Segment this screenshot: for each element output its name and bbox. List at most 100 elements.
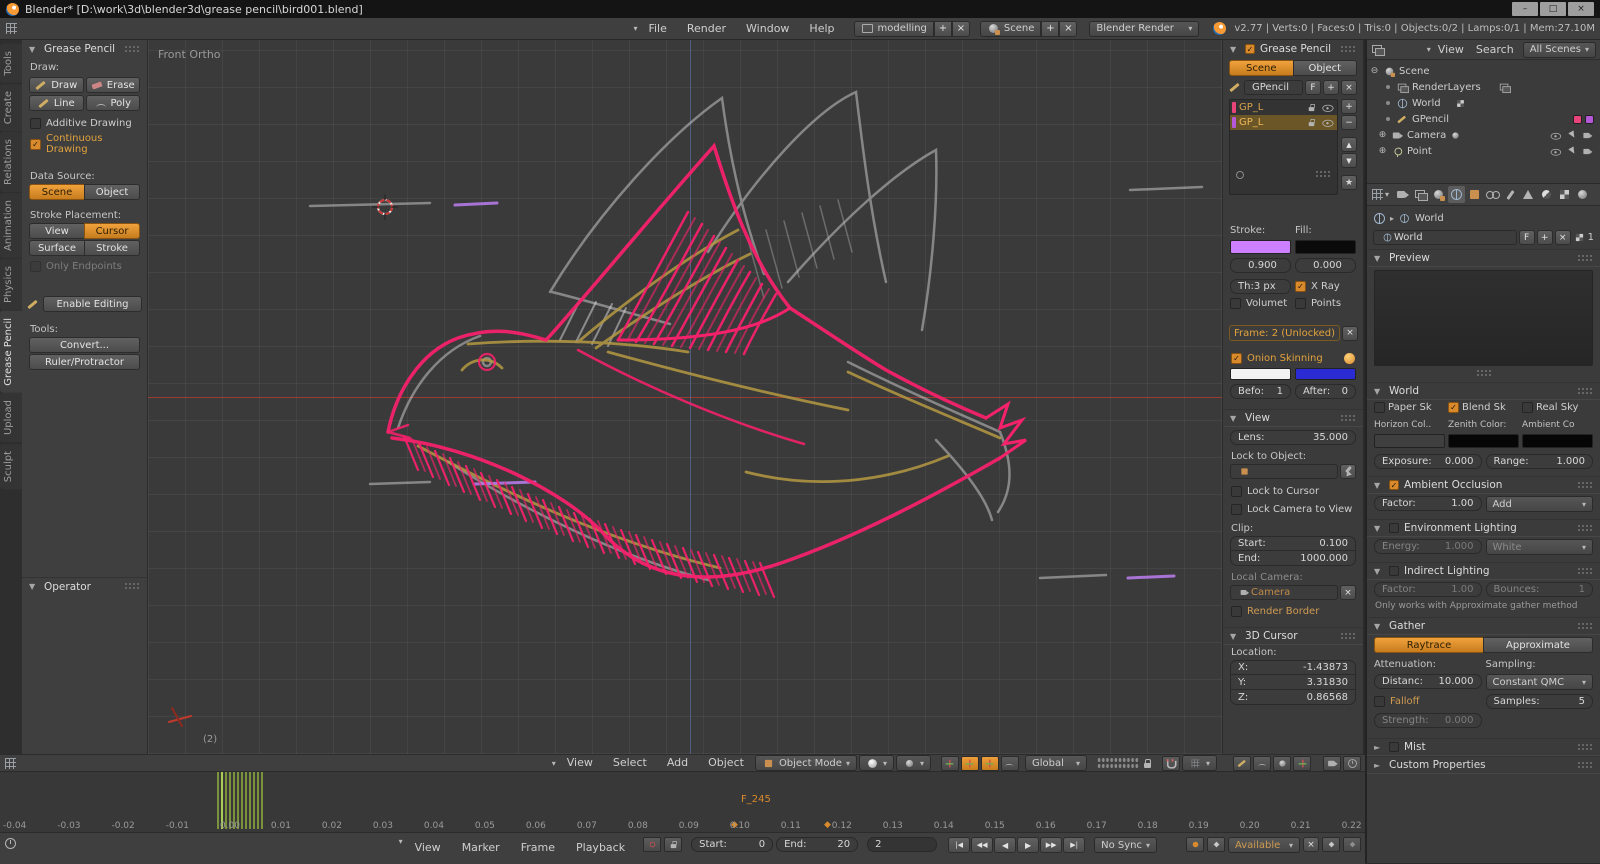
panel-grip[interactable] [1577, 386, 1593, 396]
3d-viewport[interactable]: Front Ortho (2) [148, 40, 1222, 754]
toolshelf-tab-create[interactable]: Create [0, 83, 22, 131]
onion-after-field[interactable]: After: 0 [1295, 384, 1356, 399]
render-opengl-button[interactable] [1323, 755, 1341, 771]
world-browse-icon[interactable] [1383, 233, 1392, 242]
snap-toggle[interactable] [1161, 755, 1180, 771]
visibility-toggle-icon[interactable] [1550, 130, 1562, 140]
renderability-toggle-icon[interactable] [1583, 146, 1593, 156]
gather-panel-header[interactable]: ▼ Gather [1367, 617, 1600, 635]
screen-layout-delete-button[interactable]: × [951, 20, 970, 37]
indirect-bounces-field[interactable]: Bounces: 1 [1485, 582, 1593, 597]
layer-specials-button[interactable]: ★ [1341, 175, 1357, 190]
clip-end-field[interactable]: End: 1000.000 [1230, 551, 1356, 566]
toolshelf-tab-tools[interactable]: Tools [0, 44, 22, 83]
keying-flash-toggle[interactable] [1207, 837, 1225, 852]
panel-grip[interactable] [1577, 523, 1593, 533]
toolshelf-tab-relations[interactable]: Relations [0, 131, 22, 192]
jump-next-keyframe-button[interactable]: ▶▶ [1040, 837, 1063, 853]
falloff-checkbox[interactable] [1374, 696, 1385, 707]
world-panel-header[interactable]: ▼ World [1367, 382, 1600, 400]
gpencil-add-button[interactable]: + [1323, 80, 1339, 95]
gp-layer-row-active[interactable]: GP_L [1230, 115, 1337, 130]
av-sync-dropdown[interactable]: No Sync ▾ [1094, 837, 1157, 853]
scene-add-button[interactable]: + [1041, 20, 1060, 37]
falloff-strength-field[interactable]: Strength: 0.000 [1374, 713, 1482, 728]
pivot-align-toggle[interactable] [940, 755, 959, 771]
fill-color-swatch[interactable] [1295, 240, 1356, 254]
grease-pencil-panel-header[interactable]: ▼ Grease Pencil [22, 40, 147, 58]
menu-render[interactable]: Render [678, 18, 735, 39]
ao-checkbox[interactable]: ✓ [1389, 480, 1399, 490]
view-panel-header[interactable]: ▼ View [1223, 409, 1363, 427]
eyedropper-button[interactable] [1340, 464, 1356, 479]
exposure-field[interactable]: Exposure: 0.000 [1374, 454, 1482, 469]
gp-layer-list[interactable]: GP_L GP_L [1229, 99, 1338, 195]
proportional-edit-toggle[interactable] [1273, 755, 1291, 771]
indirect-lighting-panel-header[interactable]: ▼ Indirect Lighting [1367, 562, 1600, 580]
convert-button[interactable]: Convert... [29, 337, 140, 353]
use-preview-range-toggle[interactable] [643, 837, 662, 852]
data-source-scene-button[interactable]: Scene [29, 184, 85, 200]
panel-grip[interactable] [1577, 253, 1593, 263]
mist-checkbox[interactable] [1389, 742, 1399, 752]
viewport-menu-view[interactable]: View [558, 755, 602, 771]
xray-checkbox[interactable]: ✓ [1295, 281, 1306, 292]
properties-tab-texture[interactable] [1556, 186, 1573, 203]
render-opengl-anim-button[interactable] [1343, 755, 1361, 771]
toolshelf-tab-physics[interactable]: Physics [0, 258, 22, 310]
panel-grip[interactable] [1340, 413, 1356, 423]
editor-type-dropdown-arrow[interactable]: ▾ [633, 24, 637, 33]
indirect-lighting-checkbox[interactable] [1389, 566, 1399, 576]
screen-layout-selector[interactable]: modelling [853, 20, 934, 37]
properties-tab-constraints[interactable] [1484, 186, 1501, 203]
manipulator-rotate-toggle[interactable] [1000, 755, 1019, 771]
pivot-point-dropdown[interactable]: ▾ [895, 755, 931, 771]
toolshelf-tab-animation[interactable]: Animation [0, 192, 22, 258]
panel-grip[interactable] [1577, 621, 1593, 631]
samples-field[interactable]: Samples: 5 [1485, 694, 1593, 709]
timeline-menu-marker[interactable]: Marker [453, 837, 509, 858]
renderability-toggle-icon[interactable] [1583, 130, 1593, 140]
timeline-editor[interactable]: F_245 ◆ ◆ -0.04 -0.03 -0.02 -0.01 0.00 0.01 0.… [0, 771, 1365, 864]
local-camera-clear-button[interactable]: × [1340, 585, 1356, 600]
layers-widget[interactable] [1096, 757, 1139, 769]
real-sky-checkbox[interactable] [1522, 402, 1533, 413]
preview-resize-grip[interactable] [1475, 369, 1492, 378]
manipulator-toggle[interactable] [960, 755, 979, 771]
snap-element-dropdown[interactable]: ▾ [1181, 755, 1217, 771]
layers-icon[interactable] [1499, 81, 1511, 93]
outliner-row-scene[interactable]: ⊖ Scene [1369, 63, 1598, 79]
lock-to-cursor-checkbox[interactable] [1231, 486, 1242, 497]
layer-add-button[interactable]: + [1341, 99, 1357, 114]
gp-scene-tab[interactable]: Scene [1229, 60, 1294, 76]
layer-color-bar[interactable] [1232, 102, 1236, 113]
gather-approximate-button[interactable]: Approximate [1483, 637, 1593, 653]
gather-raytrace-button[interactable]: Raytrace [1374, 637, 1484, 653]
toolshelf-tab-upload[interactable]: Upload [0, 393, 22, 443]
world-add-button[interactable]: + [1536, 230, 1553, 245]
ao-panel-header[interactable]: ▼ ✓ Ambient Occlusion [1367, 476, 1600, 494]
layer-visibility-icon[interactable] [1322, 117, 1334, 127]
cursor-z-field[interactable]: Z: 0.86568 [1230, 690, 1356, 705]
editor-type-icon-info[interactable] [5, 22, 18, 35]
gp-layer-color-chip[interactable] [1573, 114, 1582, 124]
sample-method-dropdown[interactable]: Constant QMC ▾ [1485, 674, 1593, 690]
lens-field[interactable]: Lens: 35.000 [1230, 430, 1356, 445]
editor-type-icon-3d-view[interactable] [4, 757, 17, 770]
enable-editing-button[interactable]: Enable Editing [43, 296, 142, 312]
panel-grip[interactable] [1577, 566, 1593, 576]
placement-view-button[interactable]: View [29, 223, 85, 239]
gp-session-toggle-2[interactable] [1253, 755, 1271, 771]
world-datablock-name[interactable]: World [1373, 230, 1517, 245]
panel-grip[interactable] [124, 582, 140, 591]
only-endpoints-checkbox[interactable] [30, 261, 41, 272]
onion-skinning-checkbox[interactable]: ✓ [1231, 353, 1242, 364]
onion-before-field[interactable]: Befo: 1 [1230, 384, 1291, 399]
cursor-x-field[interactable]: X: -1.43873 [1230, 660, 1356, 675]
onion-after-color-swatch[interactable] [1295, 368, 1356, 380]
paper-sky-checkbox[interactable] [1374, 402, 1385, 413]
properties-tab-render[interactable] [1394, 186, 1411, 203]
viewport-menu-add[interactable]: Add [658, 755, 697, 771]
selectability-toggle-icon[interactable] [1567, 146, 1577, 156]
timeline-menu-view[interactable]: View [406, 837, 450, 858]
